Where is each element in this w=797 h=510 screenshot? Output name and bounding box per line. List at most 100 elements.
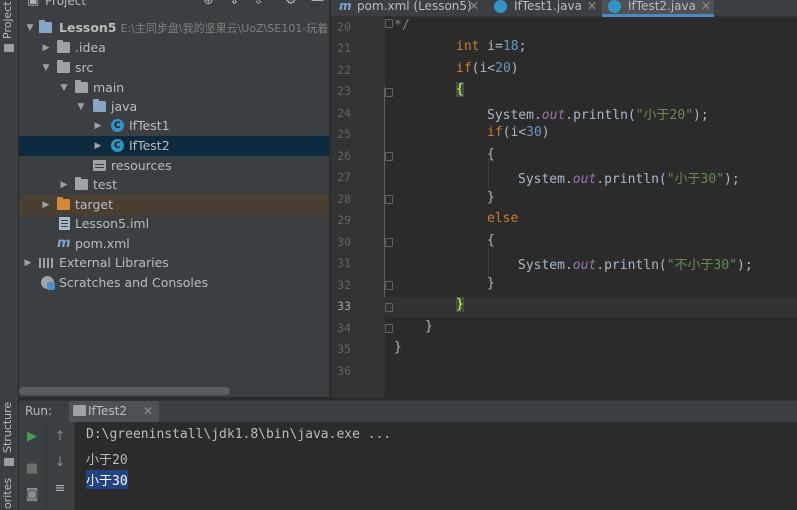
chevron-down-icon[interactable]: ▼ <box>59 78 69 98</box>
close-icon[interactable]: ✕ <box>143 404 153 418</box>
console-output[interactable]: D:\greeninstall\jdk1.8\bin\java.exe ... … <box>76 422 797 510</box>
tree-item-label: External Libraries <box>59 255 169 270</box>
tree-item-lesson5-iml[interactable]: Lesson5.iml <box>19 214 329 234</box>
tree-item-resources[interactable]: resources <box>19 156 329 176</box>
fold-marker-icon[interactable] <box>385 88 393 97</box>
line-number: 23 <box>337 84 351 98</box>
structure-tool-tab[interactable]: Structure <box>1 398 18 456</box>
close-icon[interactable]: ✕ <box>469 0 479 17</box>
tree-item-iftest1[interactable]: ▶ IfTest1 <box>19 116 329 136</box>
tab-label: pom.xml (Lesson5) <box>357 0 472 13</box>
chevron-right-icon[interactable]: ▶ <box>41 38 51 58</box>
chevron-right-icon[interactable]: ▶ <box>23 253 33 273</box>
tree-item-src[interactable]: ▼ src <box>19 58 329 78</box>
tree-item-lesson5[interactable]: ▼ Lesson5 E:\主同步盘\我的坚果云\UoZ\SE101-玩着 <box>19 18 329 38</box>
console-line: D:\greeninstall\jdk1.8\bin\java.exe ... <box>86 427 392 442</box>
line-number: 32 <box>337 278 351 292</box>
favorites-tool-tab[interactable]: orites <box>1 476 18 510</box>
tab-label: IfTest1.java <box>514 0 582 13</box>
arrow-up-icon[interactable]: ↑ <box>53 430 67 444</box>
code-line: } <box>394 340 402 355</box>
tree-item-main[interactable]: ▼ main <box>19 78 329 98</box>
run-toolbar-secondary: ↑ ↓ ≡ <box>47 422 75 510</box>
line-number: 29 <box>337 213 351 227</box>
left-tool-strip: Project Structure orites <box>0 0 19 510</box>
fold-marker-icon[interactable] <box>385 324 393 333</box>
arrow-down-icon[interactable]: ↓ <box>53 456 67 470</box>
tree-item-iftest2[interactable]: ▶ IfTest2 <box>19 136 329 156</box>
tree-item-label: target <box>75 197 114 212</box>
gear-icon[interactable]: ⚙ <box>285 0 297 8</box>
code-line: } <box>487 276 495 291</box>
tree-item-label: IfTest1 <box>129 118 170 133</box>
tree-item-scratches[interactable]: Scratches and Consoles <box>19 273 329 293</box>
tree-item-label: test <box>93 177 118 192</box>
folder-orange-icon <box>57 197 70 210</box>
iml-file-icon <box>59 217 70 230</box>
folder-grey-icon <box>57 40 70 53</box>
run-tab-iftest2[interactable]: IfTest2 ✕ <box>69 401 159 423</box>
tree-item-external-libraries[interactable]: ▶ External Libraries <box>19 253 329 273</box>
console-line: 小于20 <box>86 453 128 468</box>
chevron-down-icon[interactable]: ▼ <box>25 18 35 38</box>
folder-grey-icon <box>75 177 88 190</box>
tree-item-label: pom.xml <box>75 236 130 251</box>
tab-iftest2[interactable]: IfTest2.java ✕ <box>602 0 714 17</box>
tab-iftest1[interactable]: IfTest1.java ✕ <box>488 0 600 17</box>
line-number: 36 <box>337 364 351 378</box>
tree-item-target[interactable]: ▶ target <box>19 195 329 215</box>
tree-item-idea[interactable]: ▶ .idea <box>19 38 329 58</box>
chevron-right-icon[interactable]: ▶ <box>93 116 103 136</box>
scratches-icon <box>41 276 55 290</box>
run-tab-label: IfTest2 <box>88 404 128 418</box>
fold-marker-icon[interactable] <box>385 238 393 247</box>
line-number: 26 <box>337 149 351 163</box>
chevron-down-icon[interactable]: ▼ <box>41 58 51 78</box>
hide-icon[interactable]: — <box>311 0 324 8</box>
code-editor[interactable]: 20 21 22 23 24 25 26 27 28 29 30 31 32 3… <box>331 17 797 397</box>
fold-marker-icon[interactable] <box>385 195 393 204</box>
expand-all-icon[interactable]: ⇕ <box>229 0 240 8</box>
tab-pom-xml[interactable]: m pom.xml (Lesson5) ✕ <box>331 0 483 17</box>
horizontal-scrollbar[interactable] <box>19 387 230 395</box>
code-line: } <box>487 190 495 205</box>
code-line: System.out.println("不小于30"); <box>518 258 753 273</box>
fold-marker-icon[interactable] <box>385 152 393 161</box>
indent-guide <box>384 87 385 297</box>
code-line: else <box>487 211 519 226</box>
locate-icon[interactable]: ⊕ <box>203 0 214 8</box>
fold-marker-icon[interactable] <box>385 303 393 312</box>
close-icon[interactable]: ✕ <box>587 0 597 17</box>
line-number: 24 <box>337 106 351 120</box>
collapse-all-icon[interactable]: ⇳ <box>253 0 264 8</box>
tree-item-test[interactable]: ▶ test <box>19 175 329 195</box>
fold-marker-icon[interactable] <box>385 281 393 290</box>
line-number: 20 <box>337 20 351 34</box>
fold-marker-icon[interactable] <box>385 19 393 28</box>
java-class-icon <box>494 0 507 13</box>
stop-icon[interactable]: ■ <box>25 462 39 476</box>
tree-item-java[interactable]: ▼ java <box>19 97 329 117</box>
project-panel-title[interactable]: Project <box>45 0 86 8</box>
structure-tool-icon[interactable] <box>4 458 14 466</box>
maven-icon: m <box>57 236 71 251</box>
code-line: System.out.println("小于20"); <box>487 108 709 123</box>
line-number: 30 <box>337 235 351 249</box>
rerun-icon[interactable]: ▶ <box>25 430 39 444</box>
close-icon[interactable]: ✕ <box>701 0 711 17</box>
line-number: 25 <box>337 127 351 141</box>
project-tool-tab[interactable]: Project <box>1 0 18 40</box>
camera-icon[interactable]: ◙ <box>25 488 39 502</box>
tree-item-pom-xml[interactable]: m pom.xml <box>19 234 329 254</box>
project-view-icon[interactable]: ▣ <box>27 0 39 8</box>
chevron-right-icon[interactable]: ▶ <box>59 175 69 195</box>
run-config-icon <box>73 405 86 416</box>
project-tool-icon[interactable] <box>4 44 14 52</box>
folder-blue-icon <box>39 20 52 33</box>
tree-item-label: resources <box>111 158 172 173</box>
run-panel-header: Run: IfTest2 ✕ <box>19 400 797 423</box>
chevron-right-icon[interactable]: ▶ <box>93 136 103 156</box>
chevron-down-icon[interactable]: ▼ <box>76 97 86 117</box>
soft-wrap-icon[interactable]: ≡ <box>53 482 67 496</box>
chevron-right-icon[interactable]: ▶ <box>41 195 51 215</box>
